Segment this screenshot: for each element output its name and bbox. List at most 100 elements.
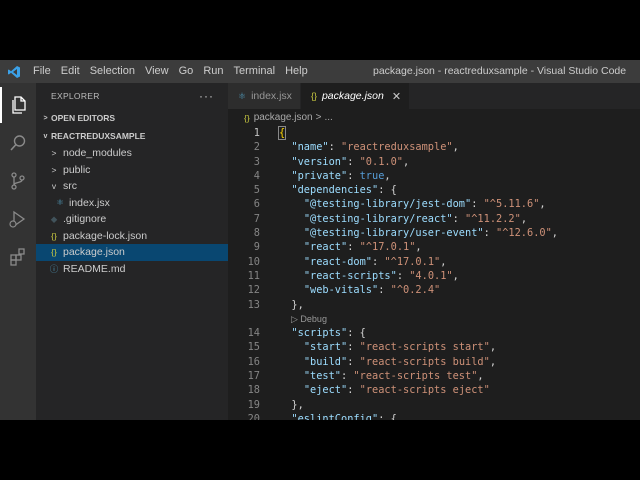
- code-editor[interactable]: 1{2 "name": "reactreduxsample", 3 "versio…: [228, 126, 640, 420]
- menu-help[interactable]: Help: [280, 60, 313, 83]
- menu-file[interactable]: File: [28, 60, 56, 83]
- explorer-icon[interactable]: [0, 87, 36, 123]
- line-number: 20: [247, 412, 260, 420]
- tree-item-label: public: [63, 163, 91, 176]
- tree-item-label: README.md: [63, 262, 126, 275]
- line-number: 1: [253, 127, 260, 139]
- tree-item-package-json[interactable]: {} package.json: [36, 244, 228, 261]
- project-label: REACTREDUXSAMPLE: [51, 131, 146, 141]
- code-text: "eject": "react-scripts eject": [303, 384, 490, 397]
- line-number: 2: [253, 141, 260, 154]
- code-line: 18 "eject": "react-scripts eject": [228, 383, 640, 397]
- code-line: 5 "dependencies": {: [228, 183, 640, 197]
- menu-run[interactable]: Run: [198, 60, 228, 83]
- title-bar: File Edit Selection View Go Run Terminal Help p…: [0, 60, 640, 83]
- code-text: "web-vitals": "^0.2.4": [303, 284, 441, 297]
- open-editors-label: OPEN EDITORS: [51, 113, 116, 123]
- tab-label: package.json: [321, 90, 384, 102]
- tree-item-src[interactable]: v src: [36, 178, 228, 195]
- line-number: 10: [247, 255, 260, 268]
- breadcrumb-symbol[interactable]: ...: [324, 112, 332, 123]
- menu-go[interactable]: Go: [174, 60, 199, 83]
- debug-codelens[interactable]: ▷ Debug: [228, 312, 640, 326]
- line-number: 19: [247, 398, 260, 411]
- tree-item-label: package-lock.json: [63, 229, 148, 242]
- extensions-icon[interactable]: [0, 239, 36, 275]
- menu-terminal[interactable]: Terminal: [229, 60, 281, 83]
- line-number: 15: [247, 341, 260, 354]
- tree-item-node-modules[interactable]: > node_modules: [36, 145, 228, 162]
- code-line: 16 "build": "react-scripts build",: [228, 355, 640, 369]
- file-info-icon: ⓘ: [49, 263, 59, 274]
- breadcrumb: {} package.json > ...: [228, 109, 640, 126]
- tree-item-label: src: [63, 180, 77, 193]
- tab-package-json[interactable]: {} package.json ✕: [300, 83, 411, 109]
- source-control-icon[interactable]: [0, 163, 36, 199]
- code-line: 3 "version": "0.1.0",: [228, 155, 640, 169]
- code-text: "build": "react-scripts build",: [303, 355, 497, 368]
- code-line: 8 "@testing-library/user-event": "^12.6.…: [228, 226, 640, 240]
- vscode-logo-icon: [0, 60, 28, 83]
- window-title: package.json - reactreduxsample - Visual…: [373, 65, 627, 77]
- chevron-right-icon: >: [51, 164, 57, 175]
- tree-item-index-jsx[interactable]: ⚛ index.jsx: [36, 195, 228, 212]
- code-line: 6 "@testing-library/jest-dom": "^5.11.6"…: [228, 197, 640, 211]
- line-number: 13: [247, 298, 260, 311]
- code-text: {: [277, 126, 287, 140]
- code-line: 17 "test": "react-scripts test",: [228, 369, 640, 383]
- code-text: "react-scripts": "4.0.1",: [303, 269, 459, 282]
- tree-item-package-lock-json[interactable]: {} package-lock.json: [36, 228, 228, 245]
- code-line: 13 },: [228, 298, 640, 312]
- tree-item-public[interactable]: > public: [36, 162, 228, 179]
- tree-item-gitignore[interactable]: ◆ .gitignore: [36, 211, 228, 228]
- code-line: 12 "web-vitals": "^0.2.4": [228, 283, 640, 297]
- code-text: "start": "react-scripts start",: [303, 341, 497, 354]
- chevron-down-icon: v: [43, 132, 48, 140]
- line-number: 18: [247, 384, 260, 397]
- code-text: "scripts": {: [291, 327, 366, 340]
- code-line: 10 "react-dom": "^17.0.1",: [228, 255, 640, 269]
- tree-item-readme-md[interactable]: ⓘ README.md: [36, 261, 228, 278]
- code-text: "version": "0.1.0",: [291, 155, 410, 168]
- code-text: "eslintConfig": {: [291, 412, 397, 420]
- editor-tabs: ⚛ index.jsx {} package.json ✕: [228, 83, 640, 109]
- explorer-sidebar: EXPLORER ··· > OPEN EDITORS v REACTREDUX…: [36, 83, 228, 420]
- line-number: 4: [253, 169, 260, 182]
- line-number: 8: [253, 227, 260, 240]
- code-text: "@testing-library/user-event": "^12.6.0"…: [303, 227, 558, 240]
- code-line: 14 "scripts": {: [228, 326, 640, 340]
- tree-item-label: index.jsx: [69, 196, 110, 209]
- menu-selection[interactable]: Selection: [85, 60, 140, 83]
- open-editors-section[interactable]: > OPEN EDITORS: [36, 109, 228, 127]
- code-line: 9 "react": "^17.0.1",: [228, 240, 640, 254]
- line-number: 11: [247, 269, 260, 282]
- code-line: 4 "private": true,: [228, 169, 640, 183]
- file-json-icon: {}: [51, 230, 57, 241]
- line-number: 17: [247, 370, 260, 383]
- code-text: },: [279, 298, 304, 311]
- tab-label: index.jsx: [251, 90, 292, 102]
- line-number: 5: [253, 184, 260, 197]
- breadcrumb-file[interactable]: package.json: [254, 112, 313, 123]
- menu-view[interactable]: View: [140, 60, 174, 83]
- tree-item-label: .gitignore: [63, 213, 107, 226]
- more-actions-icon[interactable]: ···: [199, 89, 214, 103]
- project-section[interactable]: v REACTREDUXSAMPLE: [36, 127, 228, 145]
- code-line: 20 "eslintConfig": {: [228, 412, 640, 420]
- line-number: 12: [247, 284, 260, 297]
- menu-edit[interactable]: Edit: [56, 60, 85, 83]
- tree-item-label: package.json: [63, 246, 125, 259]
- code-text: "@testing-library/react": "^11.2.2",: [303, 212, 528, 225]
- chevron-down-icon: v: [51, 181, 57, 192]
- code-line: 1{: [228, 126, 640, 140]
- chevron-right-icon: >: [51, 148, 57, 159]
- code-line: 15 "start": "react-scripts start",: [228, 340, 640, 354]
- letterbox-top: [0, 0, 640, 60]
- file-tree: > node_modules > public v src ⚛ index.jsx ◆ .giti…: [36, 145, 228, 277]
- code-text: "name": "reactreduxsample",: [291, 141, 459, 154]
- close-icon[interactable]: ✕: [392, 90, 401, 103]
- code-text: "test": "react-scripts test",: [303, 370, 484, 383]
- tab-index-jsx[interactable]: ⚛ index.jsx: [228, 83, 301, 109]
- run-debug-icon[interactable]: [0, 201, 36, 237]
- search-icon[interactable]: [0, 125, 36, 161]
